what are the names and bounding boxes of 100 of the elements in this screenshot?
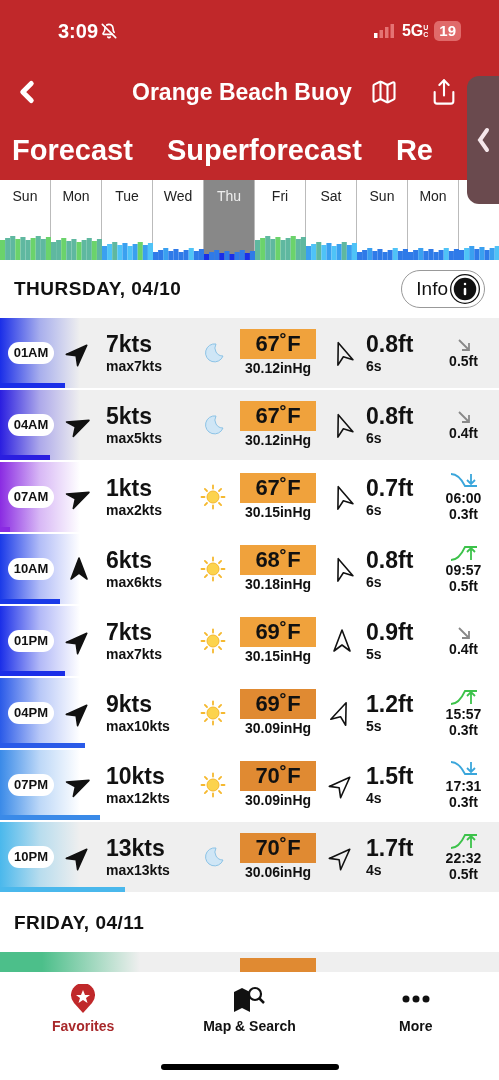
time-label: 10AM (7, 558, 55, 580)
temperature: 67˚F (240, 329, 316, 359)
time-label: 07AM (7, 486, 55, 508)
temperature: 69˚F (240, 617, 316, 647)
tide-arrow-icon (455, 625, 472, 641)
map-icon[interactable] (369, 78, 398, 106)
tide-time: 17:31 (445, 778, 482, 794)
swell-height: 0.7ft (366, 475, 415, 501)
wind-speed: 13kts (106, 835, 166, 861)
temperature: 67˚F (240, 401, 316, 431)
map-search-icon (232, 984, 267, 1014)
tide-arrow-icon (455, 337, 472, 353)
wind-speed: 9kts (106, 691, 154, 717)
swell-period: 4s (366, 789, 383, 807)
swell-period: 6s (366, 357, 383, 375)
rising-tide-icon (448, 544, 479, 562)
wind-speed: 7kts (106, 331, 154, 357)
time-label: 04AM (7, 414, 55, 436)
tab[interactable]: Forecast (12, 129, 133, 173)
day-tab[interactable]: Sun (357, 180, 408, 212)
wind-gust: max7kts (106, 645, 164, 663)
temperature: 69˚F (240, 689, 316, 719)
swell-period: 6s (366, 501, 383, 519)
wind-speed: 6kts (106, 547, 154, 573)
day-tab[interactable]: Sat (306, 180, 357, 212)
swell-period: 4s (366, 861, 383, 879)
tide-height: 0.5ft (449, 353, 478, 369)
star-pin-icon (70, 984, 97, 1014)
rising-tide-icon (448, 688, 479, 706)
tide-height: 0.3ft (449, 722, 478, 738)
day-tab[interactable]: Tue (102, 180, 153, 212)
page-title: Orange Beach Buoy (132, 77, 352, 107)
time-label: 01PM (8, 630, 54, 652)
pressure: 30.06inHg (244, 863, 312, 881)
pressure: 30.15inHg (244, 503, 312, 521)
tab[interactable]: Superforecast (166, 129, 362, 173)
signal-icon (373, 24, 396, 38)
swell-period: 6s (366, 573, 383, 591)
wind-gust: max13kts (106, 861, 171, 879)
battery-level: 19 (434, 21, 461, 41)
wind-arrow-icon (68, 556, 90, 582)
more-icon (400, 995, 431, 1003)
swell-height: 1.2ft (366, 691, 415, 717)
status-time: 3:09 (58, 19, 99, 44)
swell-height: 0.8ft (366, 331, 415, 357)
day-tab[interactable]: Mon (51, 180, 102, 212)
pressure: 30.12inHg (244, 431, 312, 449)
tide-time: 15:57 (445, 706, 482, 722)
chevron-left-icon (476, 127, 490, 153)
time-label: 04PM (8, 702, 54, 724)
info-icon (450, 274, 480, 304)
temperature: 67˚F (240, 473, 316, 503)
day-tab[interactable]: Fri (255, 180, 306, 212)
swell-height: 1.7ft (366, 835, 415, 861)
forecast-row[interactable]: 04AM 5kts max5kts 67˚F 30.12inHg 0.8ft 6s 0.4ft (0, 390, 499, 460)
time-label: 07PM (8, 774, 54, 796)
tide-height: 0.3ft (449, 794, 478, 810)
sun-icon (200, 628, 226, 654)
day-tab[interactable]: Sun (0, 180, 51, 212)
tide-time: 06:00 (445, 490, 482, 506)
tide-height: 0.5ft (449, 578, 478, 594)
nav-item[interactable]: More (332, 984, 499, 1080)
falling-tide-icon (448, 472, 479, 490)
tide-time: 09:57 (445, 562, 482, 578)
sun-icon (200, 556, 226, 582)
temperature: 68˚F (240, 545, 316, 575)
falling-tide-icon (448, 760, 479, 778)
tide-time: 22:32 (445, 850, 482, 866)
swell-height: 1.5ft (366, 763, 415, 789)
sun-icon (200, 700, 226, 726)
forecast-row[interactable]: 10PM 13kts max13kts 70˚F 30.06inHg 1.7ft 4s 22:32 0.5ft (0, 822, 499, 892)
forecast-row[interactable]: 01AM 7kts max7kts 67˚F 30.12inHg 0.8ft 6s 0.5ft (0, 318, 499, 388)
wind-gust: max7kts (106, 357, 164, 375)
nav-item[interactable]: Map & Search (166, 984, 333, 1080)
nav-item[interactable]: Favorites (0, 984, 167, 1080)
tide-height: 0.3ft (449, 506, 478, 522)
pressure: 30.09inHg (244, 719, 312, 737)
swell-height: 0.9ft (366, 619, 415, 645)
side-handle[interactable] (467, 76, 499, 204)
wind-gust: max10kts (106, 717, 171, 735)
wind-gust: max2kts (106, 501, 164, 519)
wind-speed: 7kts (106, 619, 154, 645)
swell-height: 0.8ft (366, 403, 415, 429)
time-label: 10PM (8, 846, 54, 868)
tide-height: 0.5ft (449, 866, 478, 882)
tab[interactable]: Re (395, 129, 433, 173)
tide-height: 0.4ft (449, 641, 478, 657)
pressure: 30.09inHg (244, 791, 312, 809)
day-tab[interactable]: Mon (408, 180, 459, 212)
temperature: 70˚F (240, 761, 316, 791)
wind-speed: 5kts (106, 403, 154, 429)
sun-icon (200, 772, 226, 798)
wind-gust: max5kts (106, 429, 164, 447)
tide-height: 0.4ft (449, 425, 478, 441)
network-label: 5G (401, 21, 424, 41)
tide-arrow-icon (455, 409, 472, 425)
swell-period: 6s (366, 429, 383, 447)
pressure: 30.12inHg (244, 359, 312, 377)
rising-tide-icon (448, 832, 479, 850)
day-heading: FRIDAY, 04/11 (14, 910, 145, 935)
